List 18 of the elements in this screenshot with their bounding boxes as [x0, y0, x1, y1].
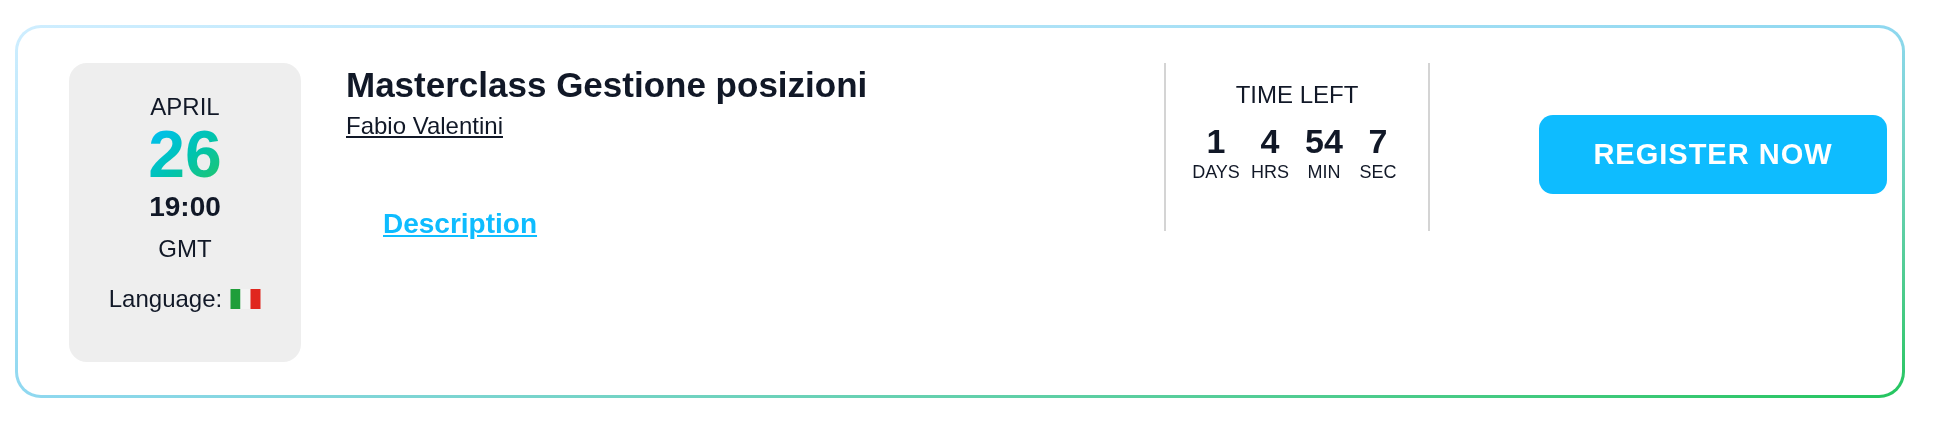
countdown-unit: MIN — [1307, 161, 1341, 183]
time-left-heading: TIME LEFT — [1235, 81, 1359, 109]
italy-flag-icon — [230, 289, 262, 309]
countdown-value: 54 — [1305, 121, 1343, 161]
event-title: Masterclass Gestione posizioni — [346, 65, 869, 105]
timezone-label: GMT — [158, 235, 212, 263]
speaker-link[interactable]: Fabio Valentini — [346, 111, 503, 141]
countdown-unit: HRS — [1251, 161, 1289, 183]
language-label: Language: — [108, 285, 223, 313]
countdown-unit: DAYS — [1192, 161, 1240, 183]
description-link[interactable]: Description — [383, 207, 538, 241]
event-time: 19:00 — [149, 191, 221, 223]
register-button[interactable]: REGISTER NOW — [1539, 115, 1887, 194]
month-label: APRIL — [150, 93, 220, 121]
countdown-value: 7 — [1368, 121, 1388, 161]
countdown-value: 1 — [1206, 121, 1226, 161]
countdown-unit: SEC — [1359, 161, 1397, 183]
countdown-value: 4 — [1260, 121, 1280, 161]
